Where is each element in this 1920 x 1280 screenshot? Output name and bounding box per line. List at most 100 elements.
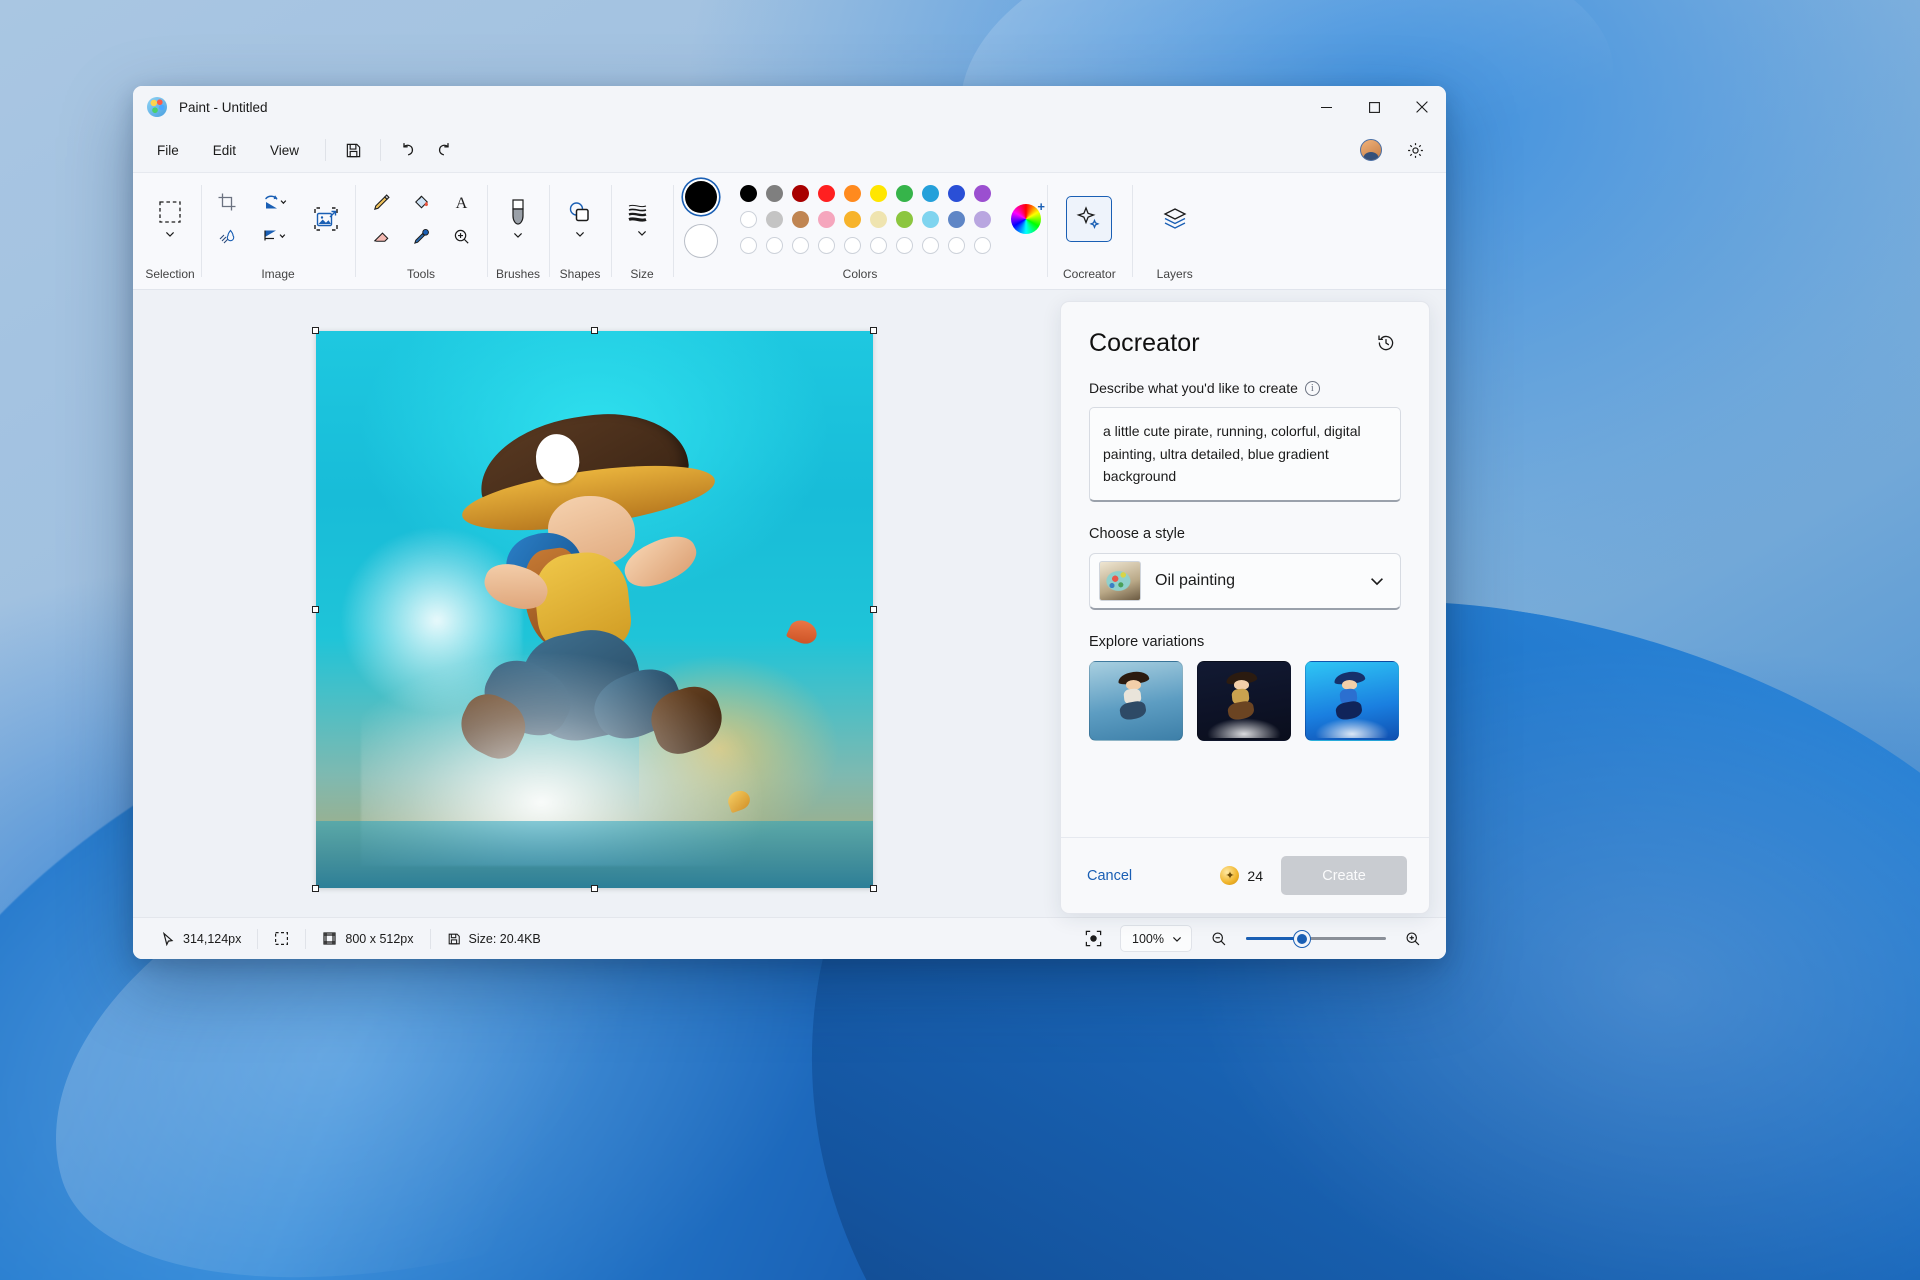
undo-button[interactable] [391, 135, 425, 165]
account-button[interactable] [1354, 135, 1388, 165]
zoom-level-dropdown[interactable]: 100% [1120, 925, 1192, 952]
color-swatch[interactable] [865, 206, 891, 232]
color-swatch[interactable] [839, 232, 865, 258]
color-swatch[interactable] [943, 180, 969, 206]
color-swatch[interactable] [969, 180, 995, 206]
style-dropdown[interactable]: Oil painting [1089, 553, 1401, 610]
flip-button[interactable] [247, 219, 299, 253]
text-button[interactable]: A [441, 185, 481, 219]
color-swatch[interactable] [917, 206, 943, 232]
redo-button[interactable] [427, 135, 461, 165]
fill-button[interactable] [401, 185, 441, 219]
color-swatch[interactable] [943, 206, 969, 232]
color-swatch[interactable] [813, 180, 839, 206]
variations-label: Explore variations [1089, 634, 1401, 650]
color-swatch[interactable] [813, 232, 839, 258]
color-swatch[interactable] [891, 180, 917, 206]
color-swatch[interactable] [761, 180, 787, 206]
color-swatch[interactable] [891, 206, 917, 232]
color-swatch[interactable] [865, 232, 891, 258]
brush-button[interactable] [493, 197, 543, 241]
save-button[interactable] [336, 135, 370, 165]
color-swatch[interactable] [943, 232, 969, 258]
color-swatch[interactable] [917, 232, 943, 258]
selection-handle[interactable] [312, 885, 319, 892]
menu-view[interactable]: View [254, 137, 315, 164]
color-swatch[interactable] [891, 232, 917, 258]
chevron-down-icon[interactable] [636, 227, 648, 239]
prompt-input[interactable]: a little cute pirate, running, colorful,… [1089, 407, 1401, 502]
color-swatch[interactable] [839, 206, 865, 232]
close-button[interactable] [1398, 86, 1446, 128]
chevron-down-icon[interactable] [512, 229, 524, 241]
layers-button[interactable] [1152, 196, 1198, 242]
magnifier-button[interactable] [441, 219, 481, 253]
window-title: Paint - Untitled [179, 100, 268, 115]
svg-text:A: A [455, 194, 467, 212]
secondary-color-swatch[interactable] [685, 225, 717, 257]
crop-button[interactable] [207, 185, 247, 219]
chevron-down-icon[interactable] [1368, 572, 1386, 590]
menu-divider-1 [325, 139, 326, 161]
chevron-down-icon[interactable] [1171, 933, 1183, 945]
drawing-canvas[interactable] [316, 331, 873, 888]
selection-handle[interactable] [312, 327, 319, 334]
menu-file[interactable]: File [141, 137, 195, 164]
cocreator-button[interactable] [1066, 196, 1112, 242]
selection-handle[interactable] [312, 606, 319, 613]
color-swatch[interactable] [839, 180, 865, 206]
chevron-down-icon[interactable] [164, 228, 176, 240]
chevron-down-icon[interactable] [574, 228, 586, 240]
variation-thumbnail-1[interactable] [1089, 661, 1183, 741]
variation-thumbnail-3[interactable] [1305, 661, 1399, 741]
size-button[interactable] [617, 199, 667, 239]
color-swatch[interactable] [761, 206, 787, 232]
color-swatch[interactable] [787, 206, 813, 232]
menu-edit[interactable]: Edit [197, 137, 252, 164]
color-swatch[interactable] [969, 232, 995, 258]
variation-thumbnail-2[interactable] [1197, 661, 1291, 741]
ribbon-group-selection: Selection [139, 173, 201, 289]
color-swatch[interactable] [761, 232, 787, 258]
info-icon[interactable]: i [1305, 381, 1320, 396]
color-swatch[interactable] [917, 180, 943, 206]
cocreator-body: Cocreator Describe what you'd like to cr… [1061, 302, 1429, 837]
selection-handle[interactable] [870, 327, 877, 334]
history-icon[interactable] [1371, 328, 1401, 358]
rectangle-select-button[interactable] [145, 198, 195, 240]
color-swatch[interactable] [787, 232, 813, 258]
color-swatch[interactable] [865, 180, 891, 206]
color-swatch[interactable] [969, 206, 995, 232]
zoom-in-button[interactable] [1396, 924, 1430, 954]
blur-button[interactable] [207, 219, 247, 253]
zoom-slider-knob[interactable] [1294, 931, 1310, 947]
selection-handle[interactable] [591, 327, 598, 334]
style-label: Choose a style [1089, 526, 1401, 542]
color-wheel-icon[interactable] [1011, 204, 1041, 234]
color-swatch[interactable] [735, 232, 761, 258]
color-swatch[interactable] [813, 206, 839, 232]
color-swatch[interactable] [735, 206, 761, 232]
primary-color-swatch[interactable] [685, 181, 717, 213]
settings-button[interactable] [1398, 135, 1432, 165]
rotate-button[interactable] [247, 185, 299, 219]
selection-handle[interactable] [870, 606, 877, 613]
pencil-button[interactable] [361, 185, 401, 219]
selection-handle[interactable] [591, 885, 598, 892]
minimize-button[interactable] [1302, 86, 1350, 128]
create-button[interactable]: Create [1281, 856, 1407, 895]
fit-to-window-button[interactable] [1076, 924, 1110, 954]
color-swatch[interactable] [735, 180, 761, 206]
shapes-button[interactable] [555, 198, 605, 240]
ribbon-group-image: Image [201, 173, 355, 289]
color-swatch[interactable] [787, 180, 813, 206]
cancel-button[interactable]: Cancel [1087, 868, 1132, 884]
selection-handle[interactable] [870, 885, 877, 892]
eraser-button[interactable] [361, 219, 401, 253]
eyedropper-button[interactable] [401, 219, 441, 253]
zoom-slider[interactable] [1246, 931, 1386, 947]
maximize-button[interactable] [1350, 86, 1398, 128]
ribbon-group-layers: Layers [1132, 173, 1218, 289]
zoom-out-button[interactable] [1202, 924, 1236, 954]
resize-image-button[interactable] [303, 196, 349, 242]
